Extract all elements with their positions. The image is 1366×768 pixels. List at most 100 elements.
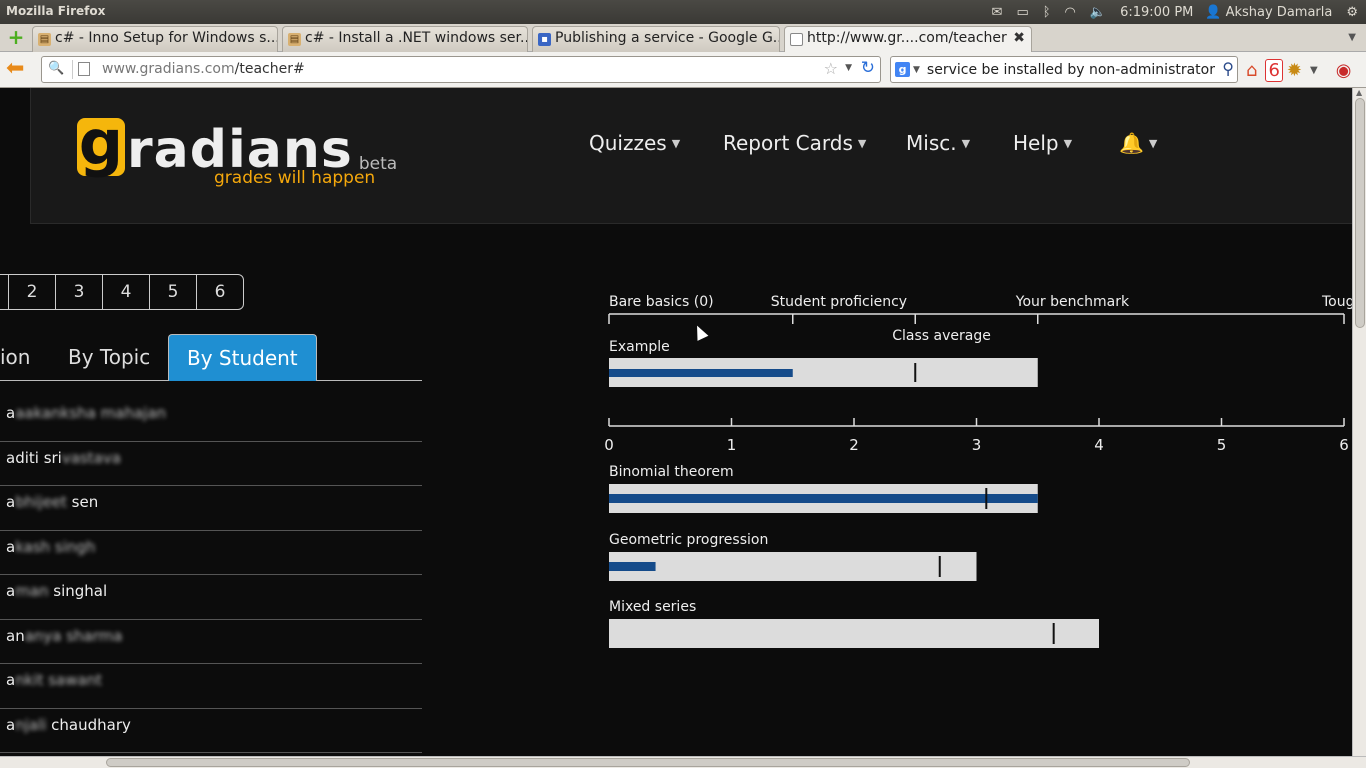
toolbar-icons: ⌂ 6 ✹ ▼ ◉ xyxy=(1246,58,1359,82)
mail-icon[interactable]: ✉ xyxy=(992,5,1003,20)
address-domain: www.gradians.com xyxy=(102,61,235,77)
horizontal-scrollbar[interactable] xyxy=(0,756,1366,768)
screen: Mozilla Firefox ✉ ▭ ᛒ ◠ 🔈 6:19:00 PM 👤 A… xyxy=(0,0,1366,768)
student-row[interactable]: anjali chaudhary xyxy=(0,709,422,753)
pager-item[interactable]: 5 xyxy=(149,275,196,309)
tab-by-question[interactable]: ion xyxy=(0,334,30,381)
student-row[interactable]: ankit sawant xyxy=(0,664,422,709)
student-name-redacted: anya sharma xyxy=(24,626,123,645)
tab-label: Publishing a service - Google G... xyxy=(555,30,780,46)
user-name[interactable]: Akshay Damarla xyxy=(1226,5,1333,20)
menu-misc[interactable]: Misc. ▼ xyxy=(906,131,970,155)
scroll-up-icon[interactable]: ▲ xyxy=(1356,88,1362,97)
student-list: aaakanksha mahajan aditi srivastava abhije… xyxy=(0,397,422,753)
browser-tab[interactable]: ▤ c# - Install a .NET windows ser... xyxy=(282,26,528,52)
tab-by-topic[interactable]: By Topic xyxy=(68,334,150,381)
search-query[interactable]: How can a windows service be installed b… xyxy=(925,62,1215,78)
power-icon[interactable]: ⚙ xyxy=(1346,5,1358,20)
blank-page-icon xyxy=(790,33,803,46)
student-row[interactable]: aditi srivastava xyxy=(0,442,422,486)
topic-label: Mixed series xyxy=(609,599,696,615)
scroll-thumb[interactable] xyxy=(106,758,1190,767)
history-dropdown-icon[interactable]: ▼ xyxy=(845,63,852,73)
x-axis-tick-label: 6 xyxy=(1339,436,1349,454)
addon-icon[interactable]: ◉ xyxy=(1336,60,1352,81)
student-row[interactable]: ananya sharma xyxy=(0,620,422,664)
addon-badge[interactable]: 6 xyxy=(1265,58,1283,82)
student-name-redacted: aakanksha mahajan xyxy=(15,404,167,422)
pager-item[interactable]: 3 xyxy=(55,275,102,309)
topic-label: Geometric progression xyxy=(609,532,768,548)
menu-label: Quizzes xyxy=(589,131,667,155)
student-row[interactable]: aaakanksha mahajan xyxy=(0,397,422,442)
battery-icon[interactable]: ▭ xyxy=(1016,5,1028,20)
student-row[interactable]: aman singhal xyxy=(0,575,422,620)
pager-item[interactable]: 1 xyxy=(0,275,8,309)
reload-icon[interactable]: ↻ xyxy=(861,58,875,78)
menu-help[interactable]: Help ▼ xyxy=(1013,131,1072,155)
menu-quizzes[interactable]: Quizzes ▼ xyxy=(589,131,680,155)
new-tab-icon[interactable]: + xyxy=(5,27,27,48)
vertical-scrollbar[interactable]: ▲ xyxy=(1352,88,1366,756)
notifications-menu[interactable]: 🔔 ▼ xyxy=(1119,131,1157,155)
scroll-thumb[interactable] xyxy=(1355,98,1365,328)
wifi-icon[interactable]: ◠ xyxy=(1065,5,1076,20)
pager-item[interactable]: 2 xyxy=(8,275,55,309)
student-row[interactable]: akash singh xyxy=(0,531,422,575)
page-icon xyxy=(78,62,90,76)
student-name-redacted: man xyxy=(15,582,49,600)
legend-scale-label: Toug xyxy=(1321,294,1352,310)
search-icon[interactable]: ⚲ xyxy=(1222,59,1234,78)
student-name: a xyxy=(6,671,16,689)
tagline: grades will happen xyxy=(214,168,376,188)
x-axis-tick-label: 1 xyxy=(727,436,737,454)
pager-item[interactable]: 4 xyxy=(102,275,149,309)
menu-label: Report Cards xyxy=(723,131,853,155)
address-text[interactable]: www.gradians.com/teacher# xyxy=(102,61,305,77)
home-icon[interactable]: ⌂ xyxy=(1246,60,1257,81)
bell-icon: 🔔 xyxy=(1119,131,1144,155)
tab-by-student[interactable]: By Student xyxy=(168,334,317,381)
site-logo[interactable]: g radians beta xyxy=(77,106,397,176)
student-row[interactable]: abhijeet sen xyxy=(0,486,422,531)
topic-bar-track xyxy=(609,552,977,581)
student-name: an xyxy=(6,626,25,645)
student-name: chaudhary xyxy=(46,715,131,734)
student-name: a xyxy=(6,582,16,600)
identity-icon[interactable]: 🔍 xyxy=(48,61,64,76)
tab-list-chevron-icon[interactable]: ▼ xyxy=(1348,32,1356,43)
close-tab-icon[interactable]: ✖ xyxy=(1013,30,1025,46)
back-arrow-icon[interactable]: ⬅ xyxy=(6,58,24,80)
bluetooth-icon[interactable]: ᛒ xyxy=(1043,5,1051,20)
x-axis-tick-label: 0 xyxy=(604,436,614,454)
topic-label: Binomial theorem xyxy=(609,464,734,480)
student-name-redacted: vastava xyxy=(61,448,121,467)
window-title: Mozilla Firefox xyxy=(6,4,106,18)
firebug-icon[interactable]: ✹ xyxy=(1287,60,1302,81)
browser-tab[interactable]: ▪ Publishing a service - Google G... xyxy=(532,26,780,52)
browser-tab[interactable]: ▤ c# - Inno Setup for Windows s... xyxy=(32,26,278,52)
site-header: g radians beta grades will happen Quizze… xyxy=(30,88,1352,224)
browser-tab-active[interactable]: http://www.gr....com/teacher ✖ xyxy=(784,26,1032,53)
google-icon[interactable]: g xyxy=(895,62,910,77)
logo-g: g xyxy=(77,106,125,179)
tab-label: c# - Install a .NET windows ser... xyxy=(305,30,528,46)
caret-down-icon: ▼ xyxy=(1148,136,1158,150)
search-box[interactable]: g ▼ How can a windows service be install… xyxy=(890,56,1238,83)
menu-report-cards[interactable]: Report Cards ▼ xyxy=(723,131,866,155)
stackoverflow-icon: ▤ xyxy=(38,33,51,46)
pager-item[interactable]: 6 xyxy=(196,275,243,309)
clock[interactable]: 6:19:00 PM xyxy=(1120,5,1193,20)
divider xyxy=(72,60,73,79)
legend-scale-label: Your benchmark xyxy=(1015,294,1130,310)
legend-scale-label: Student proficiency xyxy=(771,294,907,310)
search-engine-dropdown-icon[interactable]: ▼ xyxy=(913,65,920,75)
menu-dropdown-icon[interactable]: ▼ xyxy=(1310,65,1318,76)
browser-tab-bar: + ▤ c# - Inno Setup for Windows s... ▤ c… xyxy=(0,24,1366,53)
bookmark-star-icon[interactable]: ☆ xyxy=(824,59,838,78)
address-path: /teacher# xyxy=(234,61,305,77)
system-tray: ✉ ▭ ᛒ ◠ 🔈 6:19:00 PM 👤 Akshay Damarla ⚙ xyxy=(992,0,1366,24)
address-bar[interactable]: 🔍 www.gradians.com/teacher# ☆ ▼ ↻ xyxy=(41,56,881,83)
volume-icon[interactable]: 🔈 xyxy=(1090,5,1106,20)
student-name: a xyxy=(6,537,16,556)
